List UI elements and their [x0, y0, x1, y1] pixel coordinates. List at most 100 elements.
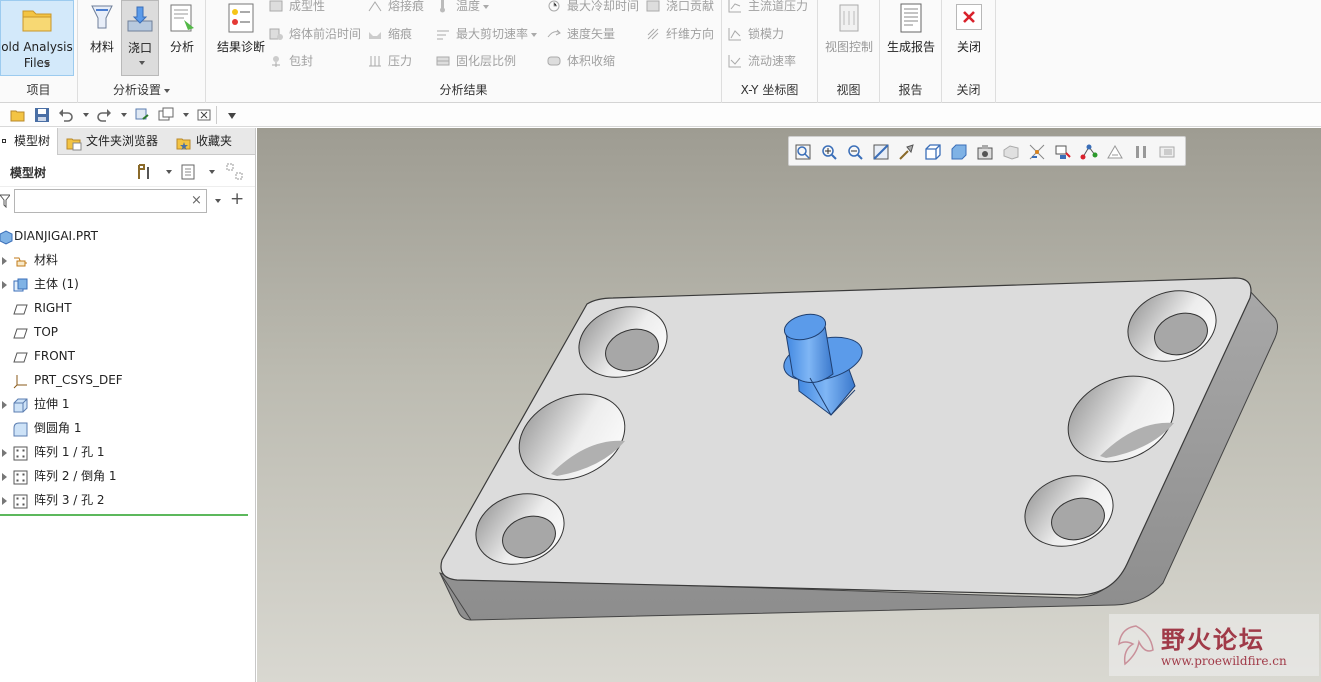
expand-arrow-icon[interactable]	[2, 281, 7, 289]
close-button[interactable]: 关闭	[944, 0, 994, 55]
open-icon[interactable]	[10, 107, 26, 123]
analysis-button[interactable]: 分析	[164, 0, 200, 55]
tree-item-round[interactable]: 倒圆角 1	[0, 416, 256, 440]
tree-item-front[interactable]: FRONT	[0, 344, 256, 368]
regenerate-icon[interactable]	[134, 107, 150, 123]
analysis-results-group-label: 分析结果	[439, 83, 488, 97]
tree-item-pattern-2[interactable]: 阵列 2 / 倒角 1	[0, 464, 256, 488]
mold-analysis-files-button[interactable]: old Analysis Files	[0, 0, 74, 76]
show-tree-icon[interactable]	[180, 163, 198, 181]
gate-button[interactable]: 浇口	[121, 0, 159, 76]
pressure-label: 压力	[388, 54, 413, 68]
generate-report-label: 生成报告	[886, 40, 935, 54]
gate-contribution-button[interactable]: 浇口贡献	[646, 0, 714, 16]
fiber-orientation-label: 纤维方向	[666, 27, 715, 41]
part-icon	[0, 229, 13, 245]
add-filter-icon[interactable]: +	[230, 189, 244, 209]
folder-icon	[21, 5, 53, 37]
volumetric-shrinkage-button[interactable]: 体积收缩	[547, 51, 615, 71]
clear-search-icon[interactable]: ×	[191, 194, 202, 207]
customize-toolbar-icon[interactable]	[228, 113, 236, 119]
tree-item-label: 拉伸 1	[34, 397, 70, 411]
undo-icon[interactable]	[58, 107, 74, 123]
sprue-pressure-button[interactable]: 主流道压力	[728, 0, 808, 16]
max-cooling-time-button[interactable]: 最大冷却时间	[547, 0, 639, 16]
flow-rate-button[interactable]: 流动速率	[728, 51, 796, 71]
tree-item-label: RIGHT	[34, 301, 72, 315]
analysis-setup-group-label[interactable]: 分析设置	[78, 81, 205, 98]
tree-settings-icon[interactable]	[136, 163, 154, 181]
chevron-down-icon[interactable]	[215, 199, 221, 203]
tree-item-pattern-3[interactable]: 阵列 3 / 孔 2	[0, 488, 256, 512]
close-group-label: 关闭	[956, 83, 981, 97]
close-window-icon[interactable]	[196, 107, 212, 123]
expand-arrow-icon[interactable]	[2, 401, 7, 409]
tab-favorites[interactable]: 收藏夹	[170, 128, 250, 155]
chevron-down-icon[interactable]	[83, 113, 89, 117]
tree-item-right[interactable]: RIGHT	[0, 296, 256, 320]
temperature-button[interactable]: 温度	[436, 0, 490, 16]
tree-item-extrude[interactable]: 拉伸 1	[0, 392, 256, 416]
xy-graph-icon	[728, 27, 742, 41]
pattern-icon	[13, 493, 28, 509]
expand-arrow-icon[interactable]	[2, 257, 7, 265]
weld-line-button[interactable]: 熔接痕	[368, 0, 424, 16]
tree-search-input[interactable]	[14, 189, 207, 213]
fiber-orientation-button[interactable]: 纤维方向	[646, 24, 714, 44]
fill-time-button[interactable]: 熔体前沿时间	[269, 24, 361, 44]
chevron-down-icon[interactable]	[183, 113, 189, 117]
clamp-force-button[interactable]: 锁模力	[728, 24, 784, 44]
navigator-panel: 模型树 文件夹浏览器 收藏夹 模型树 × + DIANJIGAI.PRT 材料 …	[0, 128, 256, 682]
tab-model-tree[interactable]: 模型树	[0, 128, 58, 155]
generate-report-button[interactable]: 生成报告	[882, 0, 940, 55]
velocity-vector-button[interactable]: 速度矢量	[547, 24, 615, 44]
result-diagnosis-button[interactable]: 结果诊断	[210, 0, 272, 55]
tab-folder-browser[interactable]: 文件夹浏览器	[60, 128, 168, 155]
material-button[interactable]: 材料	[84, 0, 120, 55]
moldability-icon	[269, 0, 283, 13]
max-cooling-time-label: 最大冷却时间	[567, 0, 640, 13]
air-trap-icon	[269, 54, 283, 68]
tree-item-csys[interactable]: PRT_CSYS_DEF	[0, 368, 256, 392]
mold-analysis-files-label: old Analysis Files	[1, 40, 73, 70]
tab-favorites-label: 收藏夹	[196, 134, 233, 148]
tree-item-pattern-1[interactable]: 阵列 1 / 孔 1	[0, 440, 256, 464]
report-group: 生成报告 报告	[880, 0, 942, 103]
round-icon	[13, 421, 28, 437]
expand-arrow-icon[interactable]	[2, 473, 7, 481]
sink-mark-button[interactable]: 缩痕	[368, 24, 412, 44]
expand-arrow-icon[interactable]	[2, 497, 7, 505]
max-shear-rate-label: 最大剪切速率	[456, 27, 529, 41]
graphics-viewport[interactable]: 野火论坛 www.proewildfire.cn	[257, 128, 1321, 682]
max-shear-rate-button[interactable]: 最大剪切速率	[436, 24, 538, 44]
insert-here-indicator[interactable]	[0, 514, 248, 516]
moldability-button[interactable]: 成型性	[269, 0, 325, 16]
tree-item-part[interactable]: DIANJIGAI.PRT	[0, 224, 256, 248]
tree-item-label: 材料	[34, 253, 59, 267]
chevron-down-icon[interactable]	[166, 170, 172, 174]
chevron-down-icon[interactable]	[121, 113, 127, 117]
gate-label: 浇口	[127, 41, 152, 55]
chevron-down-icon[interactable]	[209, 170, 215, 174]
temperature-label: 温度	[456, 0, 481, 13]
sink-mark-label: 缩痕	[388, 27, 413, 41]
tree-filter-icon[interactable]	[226, 163, 244, 181]
view-control-button[interactable]: 视图控制	[820, 0, 878, 55]
tree-item-body[interactable]: 主体 (1)	[0, 272, 256, 296]
expand-arrow-icon[interactable]	[2, 449, 7, 457]
volumetric-shrinkage-label: 体积收缩	[567, 54, 616, 68]
chevron-down-icon	[139, 61, 145, 65]
frozen-layer-button[interactable]: 固化层比例	[436, 51, 516, 71]
watermark-title: 野火论坛	[1161, 626, 1265, 654]
redo-icon[interactable]	[96, 107, 112, 123]
tree-item-material[interactable]: 材料	[0, 248, 256, 272]
pressure-button[interactable]: 压力	[368, 51, 412, 71]
tree-item-top[interactable]: TOP	[0, 320, 256, 344]
air-trap-button[interactable]: 包封	[269, 51, 313, 71]
model-graphics[interactable]	[257, 128, 1321, 682]
close-label: 关闭	[956, 40, 981, 54]
save-icon[interactable]	[34, 107, 50, 123]
datum-plane-icon	[13, 349, 28, 364]
windows-icon[interactable]	[158, 107, 174, 123]
clamp-force-label: 锁模力	[748, 27, 785, 41]
